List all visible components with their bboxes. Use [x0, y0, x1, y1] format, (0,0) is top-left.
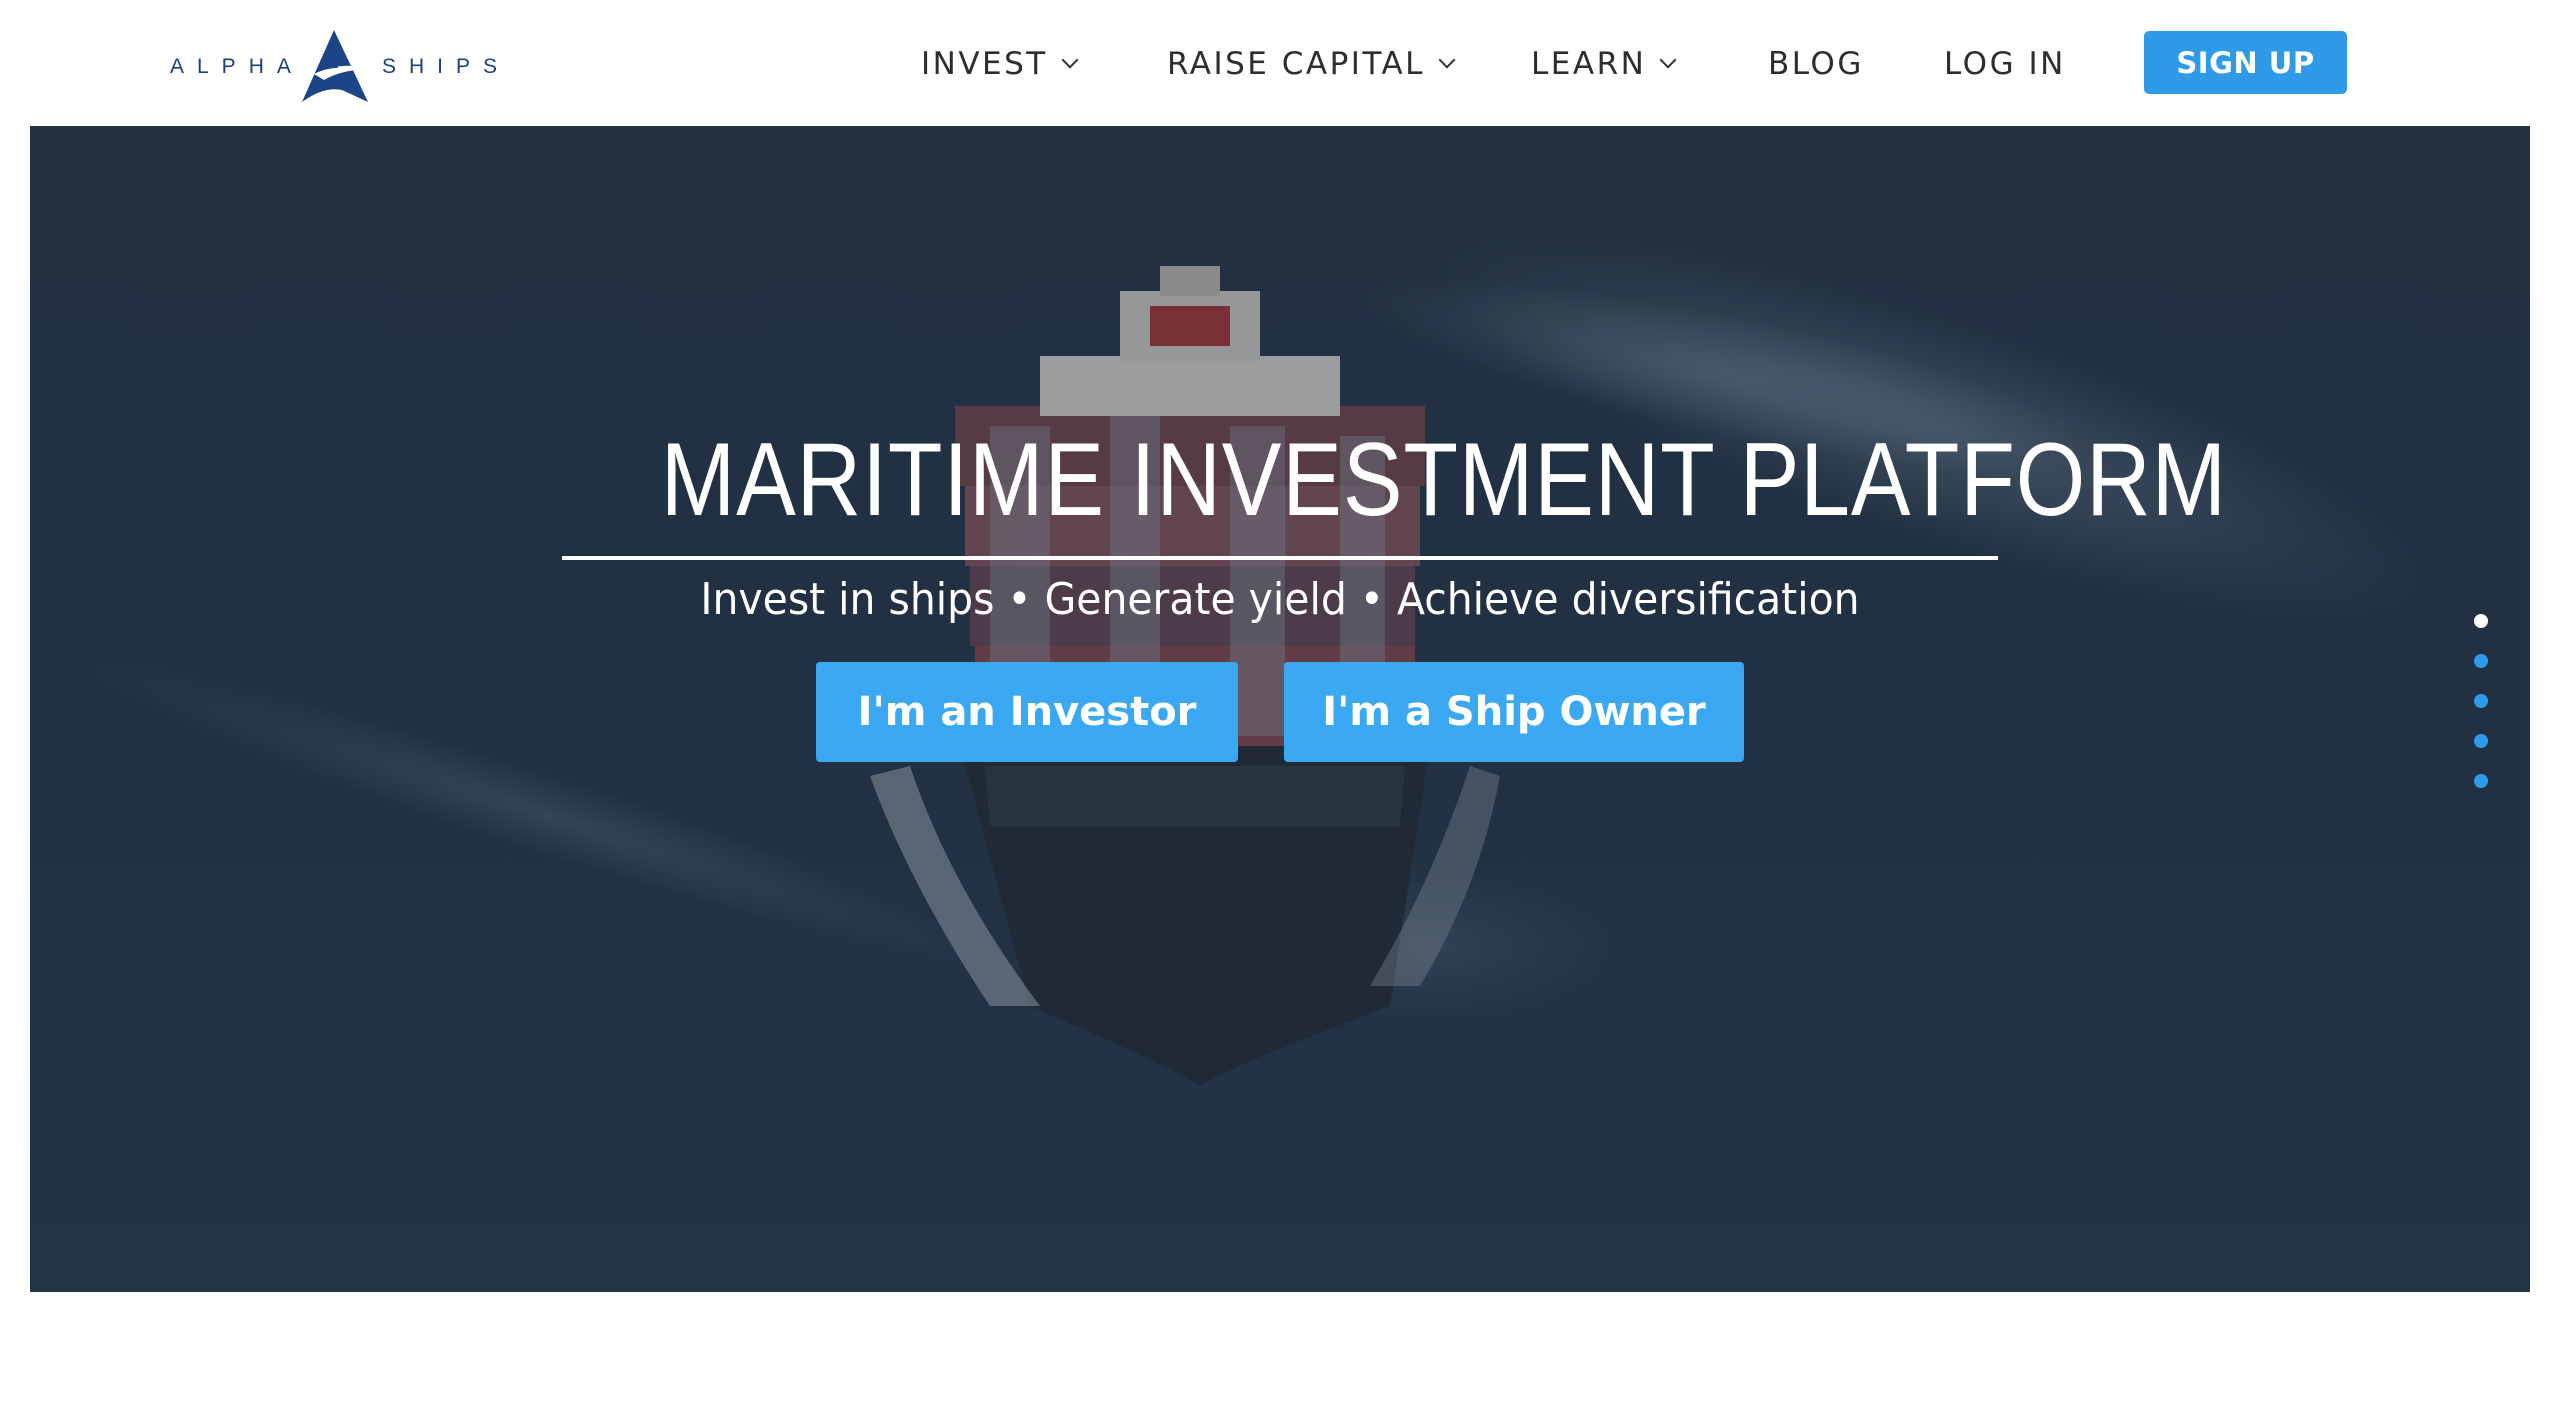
sign-up-button[interactable]: SIGN UP [2144, 31, 2347, 94]
hero-section: MARITIME INVESTMENT PLATFORM Invest in s… [30, 126, 2530, 1292]
slide-dot-4[interactable] [2474, 734, 2488, 748]
slide-dot-1[interactable] [2474, 614, 2488, 628]
chevron-down-icon [1438, 51, 1456, 69]
nav-log-in[interactable]: LOG IN [1944, 42, 2066, 86]
nav-learn-label: LEARN [1531, 46, 1647, 82]
main-nav: INVEST RAISE CAPITAL LEARN BLOG LOG IN S… [0, 0, 2560, 126]
nav-invest[interactable]: INVEST [921, 42, 1079, 86]
slide-dot-2[interactable] [2474, 654, 2488, 668]
ship-owner-button[interactable]: I'm a Ship Owner [1284, 662, 1744, 762]
slide-dot-5[interactable] [2474, 774, 2488, 788]
hero-title: MARITIME INVESTMENT PLATFORM [660, 422, 2227, 538]
nav-raise-capital[interactable]: RAISE CAPITAL [1167, 42, 1456, 86]
nav-log-in-label: LOG IN [1944, 46, 2066, 82]
nav-invest-label: INVEST [921, 46, 1048, 82]
slide-dot-3[interactable] [2474, 694, 2488, 708]
nav-raise-capital-label: RAISE CAPITAL [1167, 46, 1425, 82]
nav-blog-label: BLOG [1768, 46, 1864, 82]
chevron-down-icon [1061, 51, 1079, 69]
slide-pagination [2460, 614, 2500, 804]
nav-learn[interactable]: LEARN [1531, 42, 1677, 86]
hero-title-underline [562, 556, 1998, 560]
chevron-down-icon [1659, 51, 1677, 69]
site-header: ALPHA SHIPS INVEST RAISE CAPITAL LEARN B… [0, 0, 2560, 126]
hero-subtitle: Invest in ships • Generate yield • Achie… [700, 574, 1860, 625]
nav-blog[interactable]: BLOG [1768, 42, 1864, 86]
investor-button[interactable]: I'm an Investor [816, 662, 1238, 762]
hero-dark-overlay [30, 126, 2530, 1292]
